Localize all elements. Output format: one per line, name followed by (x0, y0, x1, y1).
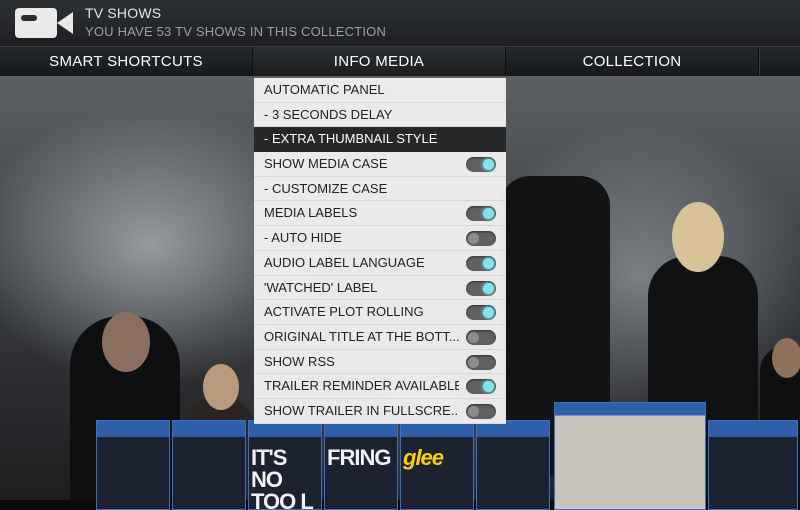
video-camera-lens-icon (57, 12, 73, 34)
cover-title: FRING (327, 445, 391, 470)
cover-title: IT'S NO TOO L (251, 445, 314, 510)
tab-collection[interactable]: COLLECTION (506, 47, 759, 76)
toggle-switch-on[interactable] (466, 379, 496, 395)
tv-show-cover-focused[interactable] (554, 402, 706, 510)
menu-item-label: MEDIA LABELS (264, 205, 358, 221)
menu-item-label: - 3 SECONDS DELAY (264, 106, 393, 122)
tab-info-media[interactable]: INFO MEDIA (253, 47, 506, 76)
menu-item-label: ACTIVATE PLOT ROLLING (264, 304, 424, 320)
menu-item-automatic-panel[interactable]: AUTOMATIC PANEL (254, 78, 506, 103)
menu-item-label: 'WATCHED' LABEL (264, 279, 378, 295)
menu-item-3-seconds-delay[interactable]: - 3 SECONDS DELAY (254, 103, 506, 128)
toggle-knob (483, 307, 494, 319)
menu-item-label: TRAILER REMINDER AVAILABLE (264, 378, 459, 394)
tv-show-cover[interactable]: IT'S NO TOO L (248, 420, 322, 510)
background-figure-head (102, 312, 150, 372)
tab-bar-end (759, 47, 800, 76)
toggle-knob (483, 282, 494, 294)
menu-item-auto-hide[interactable]: - AUTO HIDE (254, 226, 506, 251)
menu-item-audio-label-language[interactable]: AUDIO LABEL LANGUAGE (254, 251, 506, 276)
video-camera-icon (15, 8, 57, 38)
toggle-switch-on[interactable] (466, 255, 496, 271)
menu-item-label: SHOW RSS (264, 353, 335, 369)
tv-show-cover[interactable] (708, 420, 798, 510)
toggle-switch-off[interactable] (466, 354, 496, 370)
menu-item-extra-thumbnail-style[interactable]: - EXTRA THUMBNAIL STYLE (254, 127, 506, 153)
background-figure-head (672, 202, 724, 272)
header-bar: TV SHOWS YOU HAVE 53 TV SHOWS IN THIS CO… (0, 0, 800, 47)
menu-item-label: ORIGINAL TITLE AT THE BOTT... (264, 328, 459, 344)
menu-item-label: SHOW TRAILER IN FULLSCRE... (264, 402, 459, 418)
menu-item-show-media-case[interactable]: SHOW MEDIA CASE (254, 152, 506, 177)
toggle-switch-off[interactable] (466, 231, 496, 247)
toggle-switch-on[interactable] (466, 206, 496, 222)
tv-show-cover[interactable] (96, 420, 170, 510)
menu-item-label: - AUTO HIDE (264, 230, 342, 246)
menu-item-label: SHOW MEDIA CASE (264, 156, 388, 172)
menu-item-customize-case[interactable]: - CUSTOMIZE CASE (254, 177, 506, 202)
info-media-settings-panel: AUTOMATIC PANEL - 3 SECONDS DELAY - EXTR… (254, 78, 506, 424)
menu-item-activate-plot-rolling[interactable]: ACTIVATE PLOT ROLLING (254, 300, 506, 325)
menu-item-show-rss[interactable]: SHOW RSS (254, 350, 506, 375)
page-subtitle: YOU HAVE 53 TV SHOWS IN THIS COLLECTION (85, 24, 387, 39)
toggle-knob (483, 208, 494, 220)
menu-item-label: AUTOMATIC PANEL (264, 82, 385, 97)
menu-item-label: - EXTRA THUMBNAIL STYLE (264, 131, 438, 147)
toggle-knob (468, 331, 479, 343)
menu-item-label: AUDIO LABEL LANGUAGE (264, 254, 425, 270)
menu-item-trailer-reminder-available[interactable]: TRAILER REMINDER AVAILABLE (254, 374, 506, 399)
tv-show-cover[interactable] (476, 420, 550, 510)
page-title: TV SHOWS (85, 5, 162, 21)
toggle-switch-off[interactable] (466, 403, 496, 419)
tab-bar: SMART SHORTCUTS INFO MEDIA COLLECTION (0, 47, 800, 76)
cover-title: glee (403, 445, 444, 470)
menu-item-label: - CUSTOMIZE CASE (264, 180, 388, 196)
tab-smart-shortcuts[interactable]: SMART SHORTCUTS (0, 47, 253, 76)
toggle-knob (468, 405, 479, 417)
toggle-knob (468, 233, 479, 245)
tv-show-cover[interactable] (172, 420, 246, 510)
menu-item-watched-label[interactable]: 'WATCHED' LABEL (254, 276, 506, 301)
toggle-knob (483, 159, 494, 171)
toggle-switch-on[interactable] (466, 157, 496, 173)
background-figure-head (772, 338, 800, 378)
toggle-switch-on[interactable] (466, 280, 496, 296)
tv-show-cover[interactable]: FRING (324, 420, 398, 510)
toggle-switch-off[interactable] (466, 329, 496, 345)
toggle-knob (483, 257, 494, 269)
toggle-knob (483, 381, 494, 393)
toggle-knob (468, 356, 479, 368)
toggle-switch-on[interactable] (466, 305, 496, 321)
menu-item-media-labels[interactable]: MEDIA LABELS (254, 201, 506, 227)
menu-item-show-trailer-in-fullscreen[interactable]: SHOW TRAILER IN FULLSCRE... (254, 399, 506, 424)
menu-item-original-title-at-bottom[interactable]: ORIGINAL TITLE AT THE BOTT... (254, 325, 506, 350)
tv-show-cover[interactable]: glee (400, 420, 474, 510)
